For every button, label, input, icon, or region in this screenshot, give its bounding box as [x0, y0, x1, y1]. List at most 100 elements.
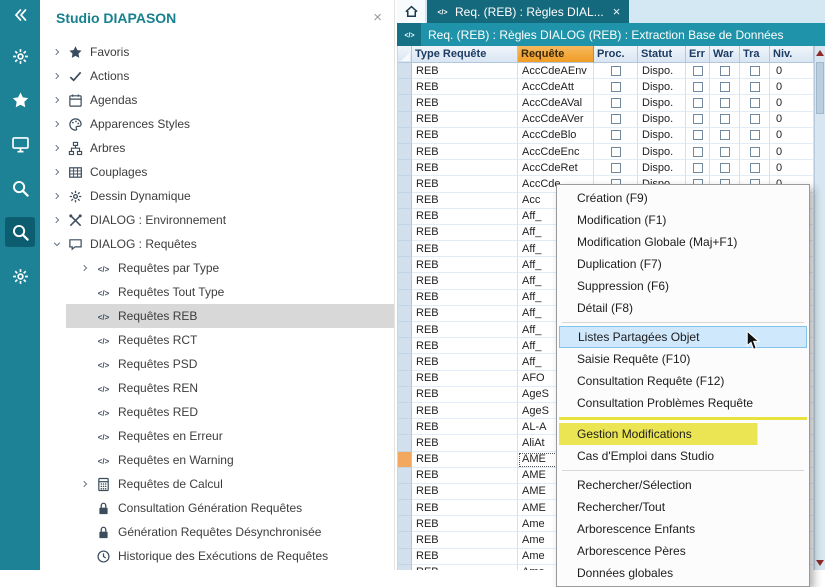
- checkbox[interactable]: [720, 163, 730, 173]
- column-header-type-requete[interactable]: Type Requête: [412, 46, 518, 63]
- scroll-thumb[interactable]: [816, 62, 824, 114]
- tree-item-requetes-de-calcul[interactable]: Requêtes de Calcul: [40, 472, 394, 496]
- cell-war[interactable]: [710, 63, 740, 79]
- checkbox[interactable]: [720, 82, 730, 92]
- cell-type-requete[interactable]: REB: [412, 160, 518, 176]
- star-button[interactable]: [5, 85, 35, 115]
- cell-type-requete[interactable]: REB: [412, 322, 518, 338]
- chevrons-left-button[interactable]: [5, 3, 35, 27]
- tree-item-apparences-styles[interactable]: Apparences Styles: [40, 112, 394, 136]
- menu-item-donnees-globales[interactable]: Données globales: [559, 562, 807, 584]
- checkbox[interactable]: [750, 114, 760, 124]
- row-selector[interactable]: [398, 549, 412, 565]
- tree-item-actions[interactable]: Actions: [40, 64, 394, 88]
- menu-item-modification-globale-maj-f1[interactable]: Modification Globale (Maj+F1): [559, 231, 807, 253]
- cell-type-requete[interactable]: REB: [412, 435, 518, 451]
- checkbox[interactable]: [720, 147, 730, 157]
- cell-type-requete[interactable]: REB: [412, 338, 518, 354]
- checkbox[interactable]: [693, 130, 703, 140]
- cell-war[interactable]: [710, 95, 740, 111]
- cell-war[interactable]: [710, 112, 740, 128]
- gear-button[interactable]: [5, 261, 35, 291]
- cell-type-requete[interactable]: REB: [412, 306, 518, 322]
- cell-type-requete[interactable]: REB: [412, 128, 518, 144]
- cell-statut[interactable]: Dispo.: [638, 63, 686, 79]
- checkbox[interactable]: [750, 66, 760, 76]
- scroll-up-icon[interactable]: [816, 50, 824, 56]
- cell-proc[interactable]: [594, 144, 638, 160]
- cell-err[interactable]: [686, 112, 710, 128]
- menu-item-arborescence-peres[interactable]: Arborescence Pères: [559, 540, 807, 562]
- row-selector[interactable]: [398, 176, 412, 192]
- cell-type-requete[interactable]: REB: [412, 225, 518, 241]
- menu-item-listes-partagees-objet[interactable]: Listes Partagées Objet: [559, 326, 807, 348]
- monitor-button[interactable]: [5, 129, 35, 159]
- cell-tra[interactable]: [740, 144, 770, 160]
- tree-item-requetes-en-warning[interactable]: </>Requêtes en Warning: [40, 448, 394, 472]
- cell-tra[interactable]: [740, 128, 770, 144]
- cell-type-requete[interactable]: REB: [412, 176, 518, 192]
- grid-row[interactable]: REBAccCdeAEnvDispo.0: [398, 63, 814, 79]
- row-selector[interactable]: [398, 322, 412, 338]
- menu-item-gestion-modifications[interactable]: Gestion Modifications: [559, 423, 807, 445]
- column-header-proc[interactable]: Proc.: [594, 46, 638, 63]
- row-selector[interactable]: [398, 112, 412, 128]
- menu-item-cas-d-emploi-dans-studio[interactable]: Cas d'Emploi dans Studio: [559, 445, 807, 467]
- tree-item-requetes-psd[interactable]: </>Requêtes PSD: [40, 352, 394, 376]
- scroll-down-icon[interactable]: [816, 560, 824, 566]
- checkbox[interactable]: [611, 163, 621, 173]
- cell-type-requete[interactable]: REB: [412, 257, 518, 273]
- row-selector[interactable]: [398, 452, 412, 468]
- cell-requete[interactable]: AccCdeAtt: [518, 79, 594, 95]
- menu-item-creation-f9[interactable]: Création (F9): [559, 187, 807, 209]
- checkbox[interactable]: [693, 147, 703, 157]
- cell-tra[interactable]: [740, 63, 770, 79]
- menu-item-arborescence-enfants[interactable]: Arborescence Enfants: [559, 518, 807, 540]
- row-selector[interactable]: [398, 95, 412, 111]
- cell-type-requete[interactable]: REB: [412, 484, 518, 500]
- tree-item-requetes-rct[interactable]: </>Requêtes RCT: [40, 328, 394, 352]
- row-selector[interactable]: [398, 435, 412, 451]
- column-header-err[interactable]: Err: [686, 46, 710, 63]
- sidebar-close-icon[interactable]: ×: [373, 10, 382, 25]
- row-selector[interactable]: [398, 79, 412, 95]
- row-selector[interactable]: [398, 532, 412, 548]
- checkbox[interactable]: [750, 147, 760, 157]
- tree-item-dessin-dynamique[interactable]: Dessin Dynamique: [40, 184, 394, 208]
- row-selector[interactable]: [398, 500, 412, 516]
- row-selector[interactable]: [398, 193, 412, 209]
- cell-type-requete[interactable]: REB: [412, 112, 518, 128]
- vertical-scrollbar[interactable]: [814, 46, 825, 570]
- cell-niv[interactable]: 0: [770, 128, 814, 144]
- cell-type-requete[interactable]: REB: [412, 144, 518, 160]
- cell-type-requete[interactable]: REB: [412, 241, 518, 257]
- tree-item-requetes-reb[interactable]: </>Requêtes REB: [40, 304, 394, 328]
- checkbox[interactable]: [693, 114, 703, 124]
- cell-proc[interactable]: [594, 128, 638, 144]
- menu-item-detail-f8[interactable]: Détail (F8): [559, 297, 807, 319]
- menu-item-consultation-requete-f12[interactable]: Consultation Requête (F12): [559, 370, 807, 392]
- column-header-statut[interactable]: Statut: [638, 46, 686, 63]
- grid-row[interactable]: REBAccCdeRetDispo.0: [398, 160, 814, 176]
- column-header-requete[interactable]: Requête: [518, 46, 594, 63]
- select-all-header[interactable]: [398, 46, 412, 63]
- tree-item-requetes-en-erreur[interactable]: </>Requêtes en Erreur: [40, 424, 394, 448]
- tree-item-couplages[interactable]: Couplages: [40, 160, 394, 184]
- cell-requete[interactable]: AccCdeBlo: [518, 128, 594, 144]
- row-selector[interactable]: [398, 209, 412, 225]
- cell-type-requete[interactable]: REB: [412, 79, 518, 95]
- cell-type-requete[interactable]: REB: [412, 209, 518, 225]
- cell-proc[interactable]: [594, 160, 638, 176]
- cell-type-requete[interactable]: REB: [412, 500, 518, 516]
- row-selector[interactable]: [398, 371, 412, 387]
- cell-type-requete[interactable]: REB: [412, 419, 518, 435]
- cell-statut[interactable]: Dispo.: [638, 144, 686, 160]
- cell-tra[interactable]: [740, 160, 770, 176]
- grid-row[interactable]: REBAccCdeAVerDispo.0: [398, 112, 814, 128]
- row-selector[interactable]: [398, 273, 412, 289]
- cell-err[interactable]: [686, 160, 710, 176]
- cell-proc[interactable]: [594, 112, 638, 128]
- cell-type-requete[interactable]: REB: [412, 95, 518, 111]
- row-selector[interactable]: [398, 516, 412, 532]
- checkbox[interactable]: [720, 114, 730, 124]
